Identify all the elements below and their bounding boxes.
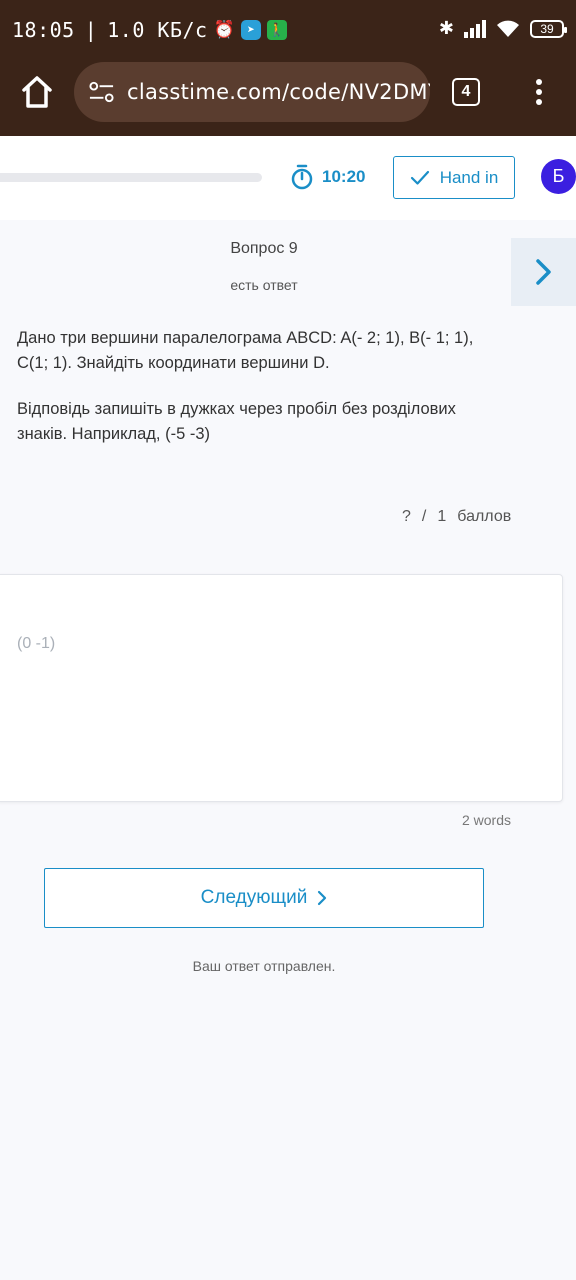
score: ? / 1 баллов	[402, 508, 511, 526]
score-total: 1	[437, 508, 447, 525]
hand-in-label: Hand in	[439, 167, 499, 187]
status-separator: |	[84, 18, 98, 42]
status-time: 18:05	[12, 18, 75, 42]
battery-icon: 39	[530, 19, 567, 38]
hand-in-button[interactable]: Hand in	[393, 156, 515, 199]
stopwatch-icon	[291, 164, 313, 190]
question-status: есть ответ	[230, 277, 298, 293]
home-icon[interactable]	[20, 74, 54, 110]
status-speed: 1.0 КБ/с	[107, 18, 208, 42]
next-question-arrow[interactable]	[511, 238, 576, 306]
telegram-icon: ➤	[241, 20, 262, 40]
bluetooth-icon: ✱	[438, 18, 454, 38]
address-bar[interactable]: classtime.com/code/NV2DMY	[74, 62, 430, 122]
answer-value: (0 -1)	[17, 635, 56, 652]
next-button-label: Следующий	[200, 887, 308, 908]
timer-value: 10:20	[322, 167, 366, 186]
score-separator: /	[421, 508, 427, 525]
site-settings-icon[interactable]	[88, 80, 115, 104]
walking-icon: 🚶	[267, 20, 288, 40]
word-count: 2 words	[461, 812, 511, 828]
question-paragraph: Дано три вершини паралелограма ABCD: A(-…	[17, 329, 474, 372]
status-bar: 18:05 | 1.0 КБ/с ⏰ ➤ 🚶 ✱ 39	[0, 0, 576, 60]
score-unit: баллов	[457, 508, 512, 525]
url-text: classtime.com/code/NV2DMY	[127, 80, 430, 104]
avatar[interactable]: Б	[541, 159, 576, 194]
question-number: Вопрос 9	[230, 240, 298, 257]
timer: 10:20	[290, 164, 365, 190]
tab-switcher-button[interactable]: 4	[452, 78, 480, 106]
score-earned: ?	[402, 508, 411, 525]
wifi-icon	[497, 20, 519, 37]
next-button[interactable]: Следующий	[44, 868, 484, 928]
tab-count: 4	[461, 83, 471, 100]
progress-bar	[0, 173, 262, 182]
chevron-right-icon	[535, 259, 551, 285]
browser-chrome: 18:05 | 1.0 КБ/с ⏰ ➤ 🚶 ✱ 39 classtime.co…	[0, 0, 576, 136]
question-text: Дано три вершини паралелограма ABCD: A(-…	[17, 326, 507, 447]
chevron-right-icon	[318, 890, 327, 906]
answer-input[interactable]	[0, 574, 563, 802]
question-paragraph: Відповідь запишіть в дужках через пробіл…	[17, 400, 456, 443]
battery-level: 39	[540, 21, 554, 36]
signal-icon	[464, 19, 486, 38]
browser-menu-button[interactable]	[528, 76, 550, 108]
check-icon	[410, 170, 429, 185]
submission-message: Ваш ответ отправлен.	[192, 958, 336, 974]
alarm-icon: ⏰	[213, 20, 236, 40]
avatar-letter: Б	[552, 166, 565, 186]
